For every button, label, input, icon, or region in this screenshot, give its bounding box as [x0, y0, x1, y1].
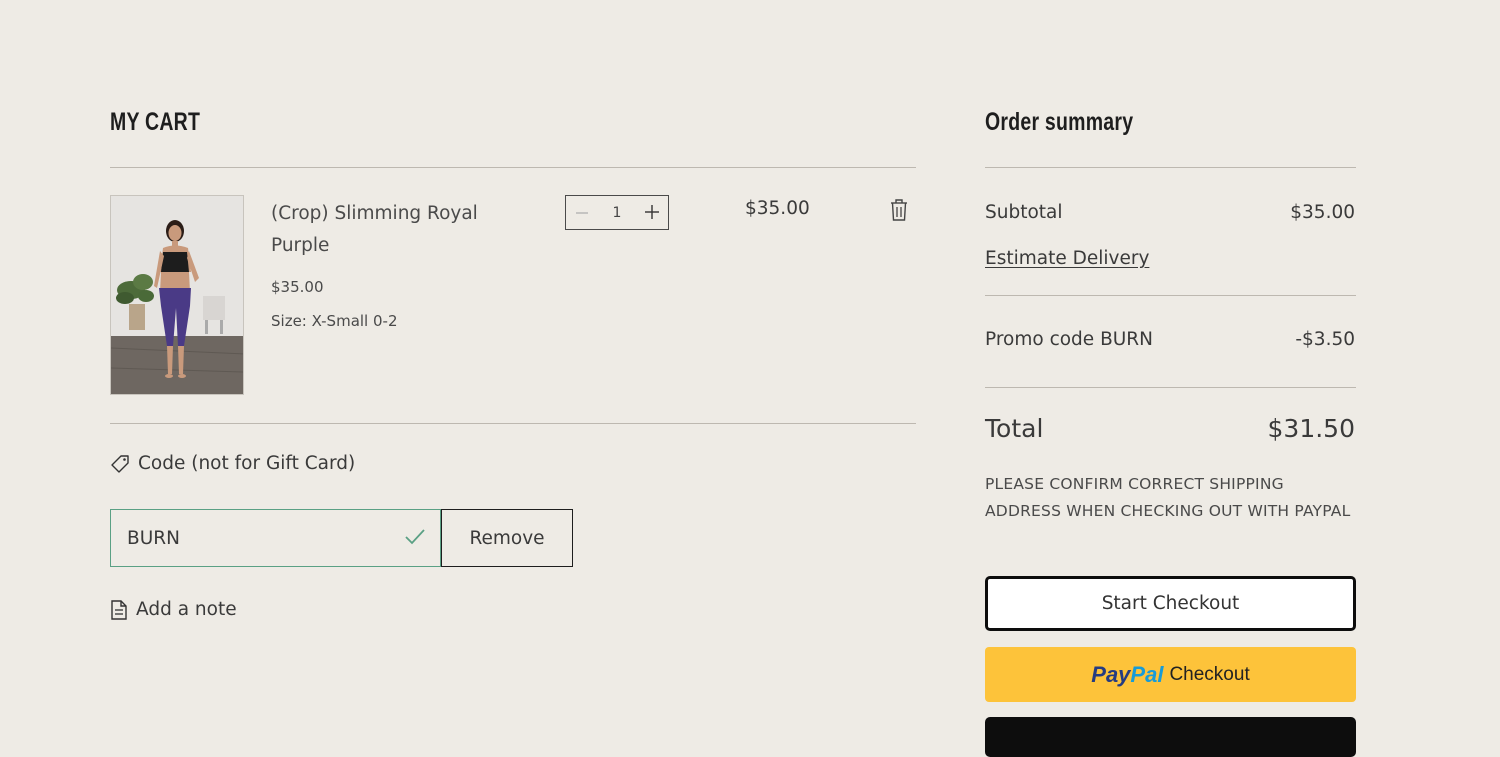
product-price: $35.00 — [271, 278, 324, 296]
note-icon — [111, 599, 127, 620]
start-checkout-button[interactable]: Start Checkout — [985, 576, 1356, 631]
trash-icon — [891, 199, 907, 221]
check-icon — [405, 529, 425, 545]
promo-value: -$3.50 — [1295, 329, 1355, 350]
quantity-value[interactable]: 1 — [613, 205, 622, 221]
express-checkout-button[interactable] — [985, 717, 1356, 757]
discount-code-label-text: Code (not for Gift Card) — [138, 453, 356, 474]
cart-title: MY CART — [110, 108, 201, 136]
paypal-shipping-note: PLEASE CONFIRM CORRECT SHIPPING ADDRESS … — [985, 475, 1351, 520]
product-photo — [111, 196, 243, 394]
estimate-delivery-link[interactable]: Estimate Delivery — [985, 248, 1149, 269]
discount-code-input[interactable] — [111, 526, 399, 550]
remove-item-button[interactable] — [888, 198, 910, 222]
line-total: $35.00 — [745, 198, 810, 219]
add-note-label: Add a note — [136, 599, 237, 620]
total-row: Total $31.50 — [985, 414, 1355, 443]
summary-header-divider — [985, 167, 1356, 168]
subtotal-row: Subtotal $35.00 — [985, 202, 1355, 223]
cart-items-divider — [110, 423, 916, 424]
plus-icon — [644, 205, 659, 219]
promo-row: Promo code BURN -$3.50 — [985, 329, 1355, 350]
discount-code-label: Code (not for Gift Card) — [110, 453, 355, 474]
subtotal-label: Subtotal — [985, 202, 1063, 223]
subtotal-value: $35.00 — [1290, 202, 1355, 223]
product-image[interactable] — [110, 195, 244, 395]
quantity-stepper: 1 — [565, 195, 669, 230]
minus-icon — [576, 212, 588, 214]
subtotal-divider — [985, 295, 1356, 296]
remove-code-button[interactable]: Remove — [441, 509, 573, 567]
product-name[interactable]: (Crop) Slimming Royal Purple — [271, 198, 531, 262]
product-size: Size: X-Small 0-2 — [271, 312, 398, 330]
promo-label: Promo code BURN — [985, 329, 1153, 350]
discount-code-field — [110, 509, 441, 567]
decrease-quantity-button[interactable] — [566, 196, 598, 229]
paypal-checkout-label: Checkout — [1169, 663, 1250, 685]
summary-title: Order summary — [985, 108, 1134, 136]
add-note-button[interactable]: Add a note — [110, 599, 237, 620]
tag-icon — [111, 454, 129, 473]
total-label: Total — [985, 414, 1044, 443]
paypal-logo: PayPal — [1091, 661, 1164, 687]
increase-quantity-button[interactable] — [636, 196, 668, 229]
promo-divider — [985, 387, 1356, 388]
cart-header-divider — [110, 167, 916, 168]
total-value: $31.50 — [1267, 414, 1355, 443]
paypal-checkout-button[interactable]: PayPal Checkout — [985, 647, 1356, 702]
